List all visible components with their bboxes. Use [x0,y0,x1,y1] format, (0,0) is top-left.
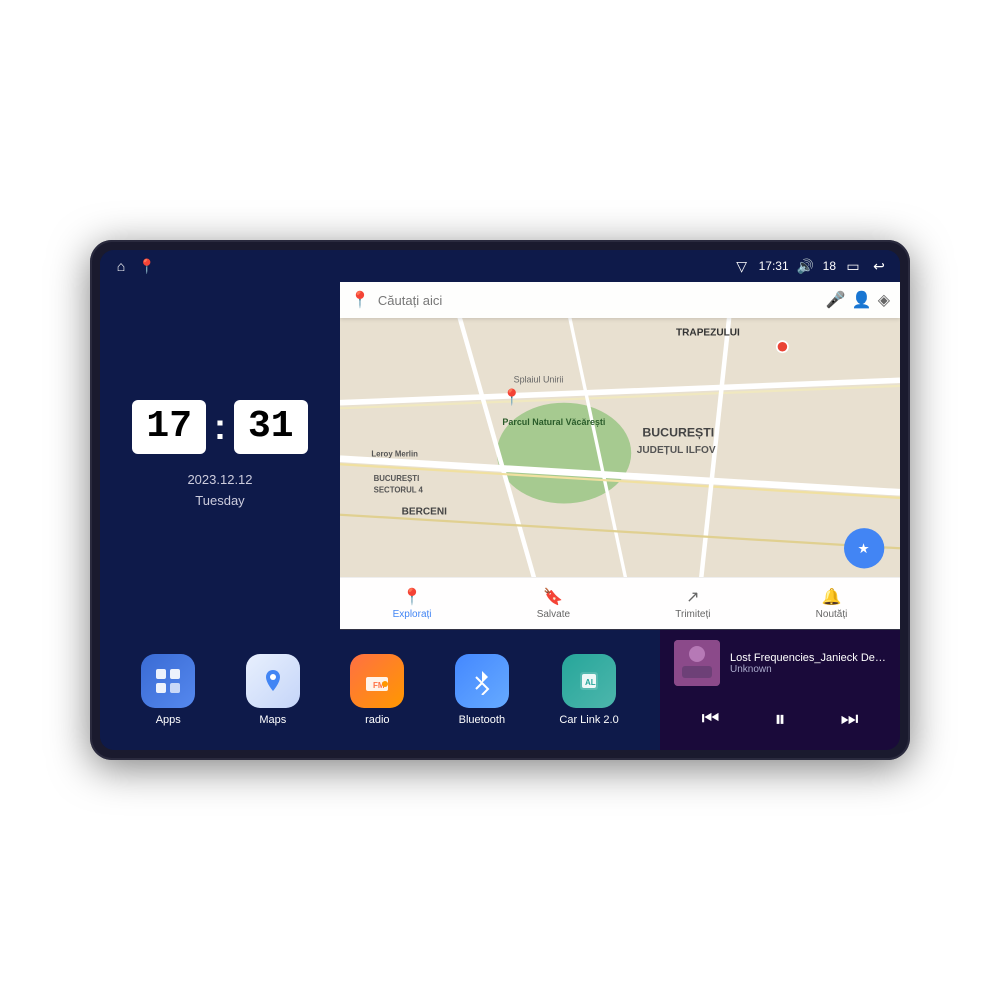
explore-label: Explorați [393,609,432,620]
map-nav-news[interactable]: 🔔 Noutăți [816,587,848,620]
device-frame: ⌂ 📍 ▽ 17:31 🔊 18 ▭ ↩ 17 : [90,240,910,760]
svg-text:Parcul Natural Văcărești: Parcul Natural Văcărești [502,417,605,427]
svg-text:BUCUREȘTI: BUCUREȘTI [642,425,714,439]
app-grid: Apps Maps [100,630,660,750]
svg-text:Splaiul Unirii: Splaiul Unirii [514,375,564,385]
svg-text:📍: 📍 [502,388,522,407]
clock-widget: 17 : 31 2023.12.12 Tuesday [100,282,340,630]
app-item-maps[interactable]: Maps [246,654,300,726]
music-player: Lost Frequencies_Janieck Devy-... Unknow… [660,630,900,750]
main-content: 17 : 31 2023.12.12 Tuesday [100,282,900,750]
svg-text:★: ★ [857,541,869,556]
music-controls: ⏮ ⏸ ⏭ [674,698,886,740]
clock-colon: : [214,406,226,448]
carlink-label: Car Link 2.0 [559,714,618,726]
google-maps-logo: 📍 [350,290,370,310]
back-icon[interactable]: ↩ [870,257,888,275]
explore-icon: 📍 [402,587,422,607]
news-label: Noutăți [816,609,848,620]
share-label: Trimiteți [675,609,710,620]
app-item-carlink[interactable]: AL Car Link 2.0 [559,654,618,726]
saved-icon: 🔖 [543,587,563,607]
news-icon: 🔔 [822,587,842,607]
app-item-apps[interactable]: Apps [141,654,195,726]
account-icon[interactable]: 👤 [852,290,872,310]
svg-text:BUCUREȘTI: BUCUREȘTI [374,474,420,483]
app-item-radio[interactable]: FM radio [350,654,404,726]
svg-text:AL: AL [585,678,596,687]
battery-icon: ▭ [844,257,862,275]
svg-text:SECTORUL 4: SECTORUL 4 [374,485,424,494]
volume-level: 18 [823,259,836,273]
clock-date: 2023.12.12 Tuesday [187,470,252,512]
svg-text:BERCENI: BERCENI [402,507,448,518]
device-screen: ⌂ 📍 ▽ 17:31 🔊 18 ▭ ↩ 17 : [100,250,900,750]
status-bar: ⌂ 📍 ▽ 17:31 🔊 18 ▭ ↩ [100,250,900,282]
song-artist: Unknown [730,664,886,675]
map-bottom-nav: 📍 Explorați 🔖 Salvate ↗ Trimiteți 🔔 [340,577,900,629]
apps-label: Apps [156,714,181,726]
search-input-text[interactable]: Căutați aici [378,293,818,308]
clock-hour: 17 [132,400,206,454]
map-nav-explore[interactable]: 📍 Explorați [393,587,432,620]
album-art [674,640,720,686]
maps-app-icon [246,654,300,708]
share-icon: ↗ [686,587,699,607]
map-svg: TRAPEZULUI BUCUREȘTI JUDEȚUL ILFOV BERCE… [340,318,900,577]
home-icon[interactable]: ⌂ [112,257,130,275]
prev-button[interactable]: ⏮ [697,704,723,735]
map-widget[interactable]: TRAPEZULUI BUCUREȘTI JUDEȚUL ILFOV BERCE… [340,282,900,630]
clock-minute: 31 [234,400,308,454]
status-right-info: ▽ 17:31 🔊 18 ▭ ↩ [733,257,888,275]
maps-label: Maps [259,714,286,726]
top-row: 17 : 31 2023.12.12 Tuesday [100,282,900,630]
status-time: 17:31 [759,259,789,273]
svg-text:JUDEȚUL ILFOV: JUDEȚUL ILFOV [637,445,716,456]
saved-label: Salvate [537,609,570,620]
map-right-icons: 🎤 👤 ◈ [826,290,890,310]
song-title: Lost Frequencies_Janieck Devy-... [730,652,886,664]
map-nav-saved[interactable]: 🔖 Salvate [537,587,570,620]
radio-label: radio [365,714,389,726]
microphone-icon[interactable]: 🎤 [826,290,846,310]
carlink-app-icon: AL [562,654,616,708]
play-pause-button[interactable]: ⏸ [770,702,789,736]
next-button[interactable]: ⏭ [836,704,862,735]
bluetooth-label: Bluetooth [459,714,505,726]
music-info-section: Lost Frequencies_Janieck Devy-... Unknow… [674,640,886,686]
volume-icon: 🔊 [797,257,815,275]
music-text-info: Lost Frequencies_Janieck Devy-... Unknow… [730,652,886,675]
app-item-bluetooth[interactable]: Bluetooth [455,654,509,726]
svg-text:Leroy Merlin: Leroy Merlin [371,449,418,458]
radio-app-icon: FM [350,654,404,708]
status-left-icons: ⌂ 📍 [112,257,156,275]
layers-icon[interactable]: ◈ [878,290,890,310]
bottom-row: Apps Maps [100,630,900,750]
clock-display: 17 : 31 [132,400,307,454]
signal-icon: ▽ [733,257,751,275]
svg-text:TRAPEZULUI: TRAPEZULUI [676,328,740,339]
map-nav-share[interactable]: ↗ Trimiteți [675,587,710,620]
apps-icon [141,654,195,708]
bluetooth-app-icon [455,654,509,708]
maps-icon[interactable]: 📍 [138,257,156,275]
map-search-bar[interactable]: 📍 Căutați aici 🎤 👤 ◈ [340,282,900,318]
